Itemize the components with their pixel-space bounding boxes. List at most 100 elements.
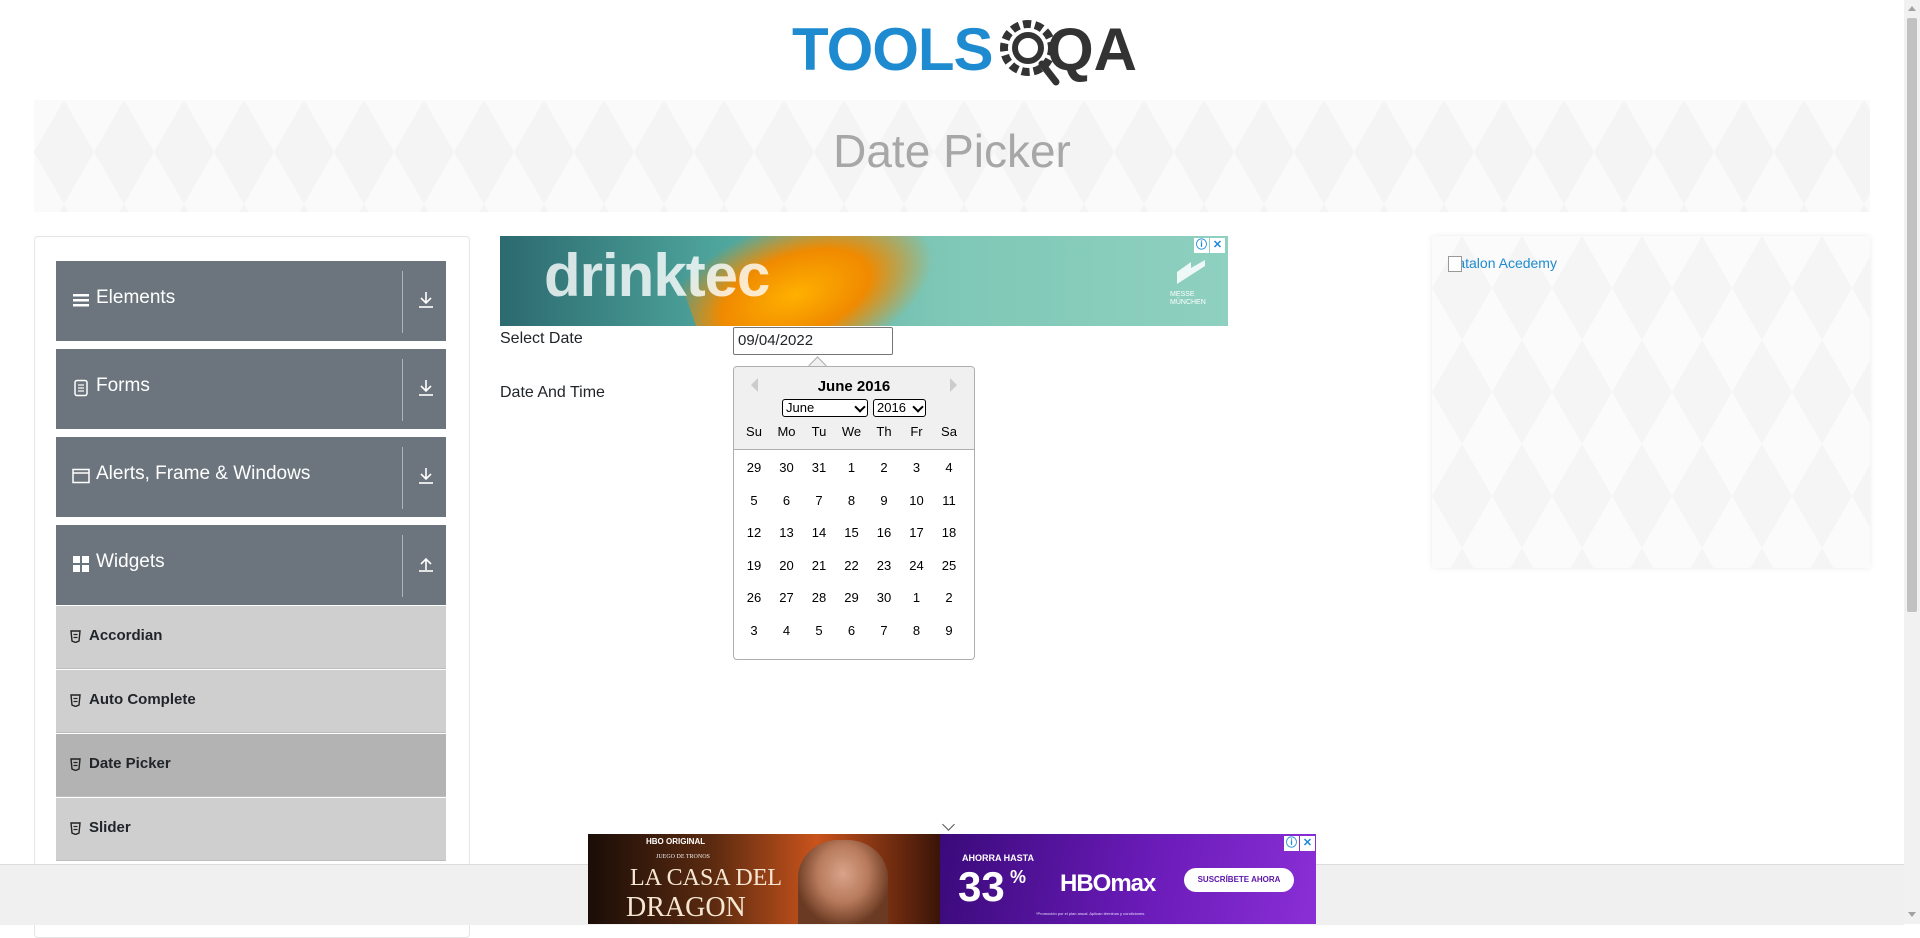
calendar-day[interactable]: 8 <box>901 620 933 642</box>
ad-percent: % <box>1010 867 1027 887</box>
messe-logo-icon <box>1177 260 1205 284</box>
sidebar-item-date-picker[interactable]: Date Picker <box>56 734 446 797</box>
calendar-day[interactable]: 2 <box>868 457 900 479</box>
calendar-day[interactable]: 14 <box>803 522 835 544</box>
calendar-day[interactable]: 30 <box>868 587 900 609</box>
sidebar-item-label: Auto Complete <box>89 691 196 708</box>
window-icon <box>72 468 90 484</box>
logo-text-tools: TOOLS <box>792 16 994 83</box>
calendar-day[interactable]: 4 <box>771 620 803 642</box>
sidebar-item-accordian[interactable]: Accordian <box>56 606 446 669</box>
toolsqa-logo[interactable]: TOOLS QA <box>792 14 1137 92</box>
calendar-day[interactable]: 9 <box>868 490 900 512</box>
calendar-current-month: June 2016 <box>817 378 891 395</box>
ad-close-icon[interactable]: ✕ <box>1210 238 1225 253</box>
ad-subscribe-button[interactable]: SUSCRÍBETE AHORA <box>1184 868 1294 892</box>
ad-image-alt[interactable]: Katalon Acedemy <box>1448 255 1557 272</box>
calendar-day[interactable]: 3 <box>901 457 933 479</box>
weekday-label: Th <box>876 424 892 439</box>
calendar-day[interactable]: 28 <box>803 587 835 609</box>
ad-title-line1: LA CASA DEL <box>630 865 783 891</box>
download-arrow-icon[interactable] <box>417 290 435 310</box>
calendar-day[interactable]: 30 <box>771 457 803 479</box>
html5-icon <box>70 758 81 771</box>
weekday-label: Su <box>746 424 762 439</box>
html5-icon <box>70 630 81 643</box>
scroll-up-icon[interactable] <box>1908 6 1916 11</box>
calendar-day[interactable]: 11 <box>933 490 965 512</box>
weekday-label: Tu <box>811 424 827 439</box>
broken-image-icon <box>1448 256 1462 272</box>
weekday-label: Fr <box>910 424 923 439</box>
sidebar-item-slider[interactable]: Slider <box>56 798 446 861</box>
ad-close-icon[interactable]: ✕ <box>1300 836 1315 851</box>
calendar-day[interactable]: 7 <box>803 490 835 512</box>
calendar-day[interactable]: 27 <box>771 587 803 609</box>
calendar-day[interactable]: 9 <box>933 620 965 642</box>
calendar-day[interactable]: 23 <box>868 555 900 577</box>
sidebar-item-label: Date Picker <box>89 755 171 772</box>
download-arrow-icon[interactable] <box>417 378 435 398</box>
sidebar-group-label: Elements <box>96 287 176 308</box>
calendar-day[interactable]: 13 <box>771 522 803 544</box>
ad-image-alt-text: Katalon Acedemy <box>1448 255 1557 271</box>
ad-left-panel: HBO ORIGINAL JUEGO DE TRONOS LA CASA DEL… <box>588 834 940 924</box>
calendar-day[interactable]: 25 <box>933 555 965 577</box>
next-month-icon[interactable] <box>950 378 957 392</box>
sidebar-item-label: Accordian <box>89 627 163 644</box>
calendar-day[interactable]: 16 <box>868 522 900 544</box>
ad-save-label: AHORRA HASTA <box>962 853 1034 863</box>
calendar-day[interactable]: 5 <box>803 620 835 642</box>
calendar-day[interactable]: 5 <box>738 490 770 512</box>
calendar-day[interactable]: 29 <box>836 587 868 609</box>
ad-info-icon[interactable]: ⓘ <box>1194 238 1209 253</box>
calendar-day[interactable]: 6 <box>771 490 803 512</box>
scrollbar-thumb[interactable] <box>1907 18 1917 612</box>
calendar-day[interactable]: 3 <box>738 620 770 642</box>
ad-hbo-original: HBO ORIGINAL <box>646 837 706 846</box>
sidebar-group-alerts[interactable]: Alerts, Frame & Windows <box>56 437 446 517</box>
calendar-day[interactable]: 10 <box>901 490 933 512</box>
calendar-day[interactable]: 18 <box>933 522 965 544</box>
calendar-day[interactable]: 1 <box>901 587 933 609</box>
ad-banner-drinktec[interactable]: drinktec MESSE MÜNCHEN ⓘ ✕ <box>500 236 1228 326</box>
calendar-day[interactable]: 4 <box>933 457 965 479</box>
ad-character-image <box>798 840 888 924</box>
calendar-day[interactable]: 17 <box>901 522 933 544</box>
calendar-day[interactable]: 31 <box>803 457 835 479</box>
calendar-day[interactable]: 2 <box>933 587 965 609</box>
calendar-day[interactable]: 15 <box>836 522 868 544</box>
select-date-input[interactable]: 09/04/2022 <box>733 327 893 355</box>
logo-text-qa: QA <box>1047 16 1137 83</box>
calendar-day[interactable]: 21 <box>803 555 835 577</box>
chevron-down-icon <box>854 401 866 413</box>
calendar-day[interactable]: 7 <box>868 620 900 642</box>
sidebar-group-label: Alerts, Frame & Windows <box>96 463 311 484</box>
ad-banner-hbomax[interactable]: HBO ORIGINAL JUEGO DE TRONOS LA CASA DEL… <box>588 834 1316 924</box>
calendar-day[interactable]: 6 <box>836 620 868 642</box>
chevron-down-icon[interactable] <box>942 818 955 831</box>
calendar-day[interactable]: 22 <box>836 555 868 577</box>
ad-brand: drinktec <box>544 242 770 309</box>
upload-arrow-icon[interactable] <box>417 554 435 574</box>
ad-katalon-academy[interactable]: Katalon Acedemy <box>1432 236 1870 568</box>
calendar-day[interactable]: 20 <box>771 555 803 577</box>
calendar-day[interactable]: 12 <box>738 522 770 544</box>
calendar-day[interactable]: 1 <box>836 457 868 479</box>
calendar-day[interactable]: 26 <box>738 587 770 609</box>
sidebar-group-forms[interactable]: Forms <box>56 349 446 429</box>
calendar-day[interactable]: 29 <box>738 457 770 479</box>
ad-info-icon[interactable]: ⓘ <box>1284 836 1299 851</box>
month-select[interactable]: June <box>782 399 868 417</box>
calendar-day[interactable]: 8 <box>836 490 868 512</box>
date-and-time-label: Date And Time <box>500 384 605 401</box>
sidebar-group-elements[interactable]: Elements <box>56 261 446 341</box>
sidebar-group-widgets[interactable]: Widgets <box>56 525 446 605</box>
scroll-down-icon[interactable] <box>1908 912 1916 917</box>
sidebar-item-auto-complete[interactable]: Auto Complete <box>56 670 446 733</box>
chevron-down-icon <box>912 401 924 413</box>
calendar-day[interactable]: 19 <box>738 555 770 577</box>
download-arrow-icon[interactable] <box>417 466 435 486</box>
calendar-day[interactable]: 24 <box>901 555 933 577</box>
year-select[interactable]: 2016 <box>873 399 926 417</box>
